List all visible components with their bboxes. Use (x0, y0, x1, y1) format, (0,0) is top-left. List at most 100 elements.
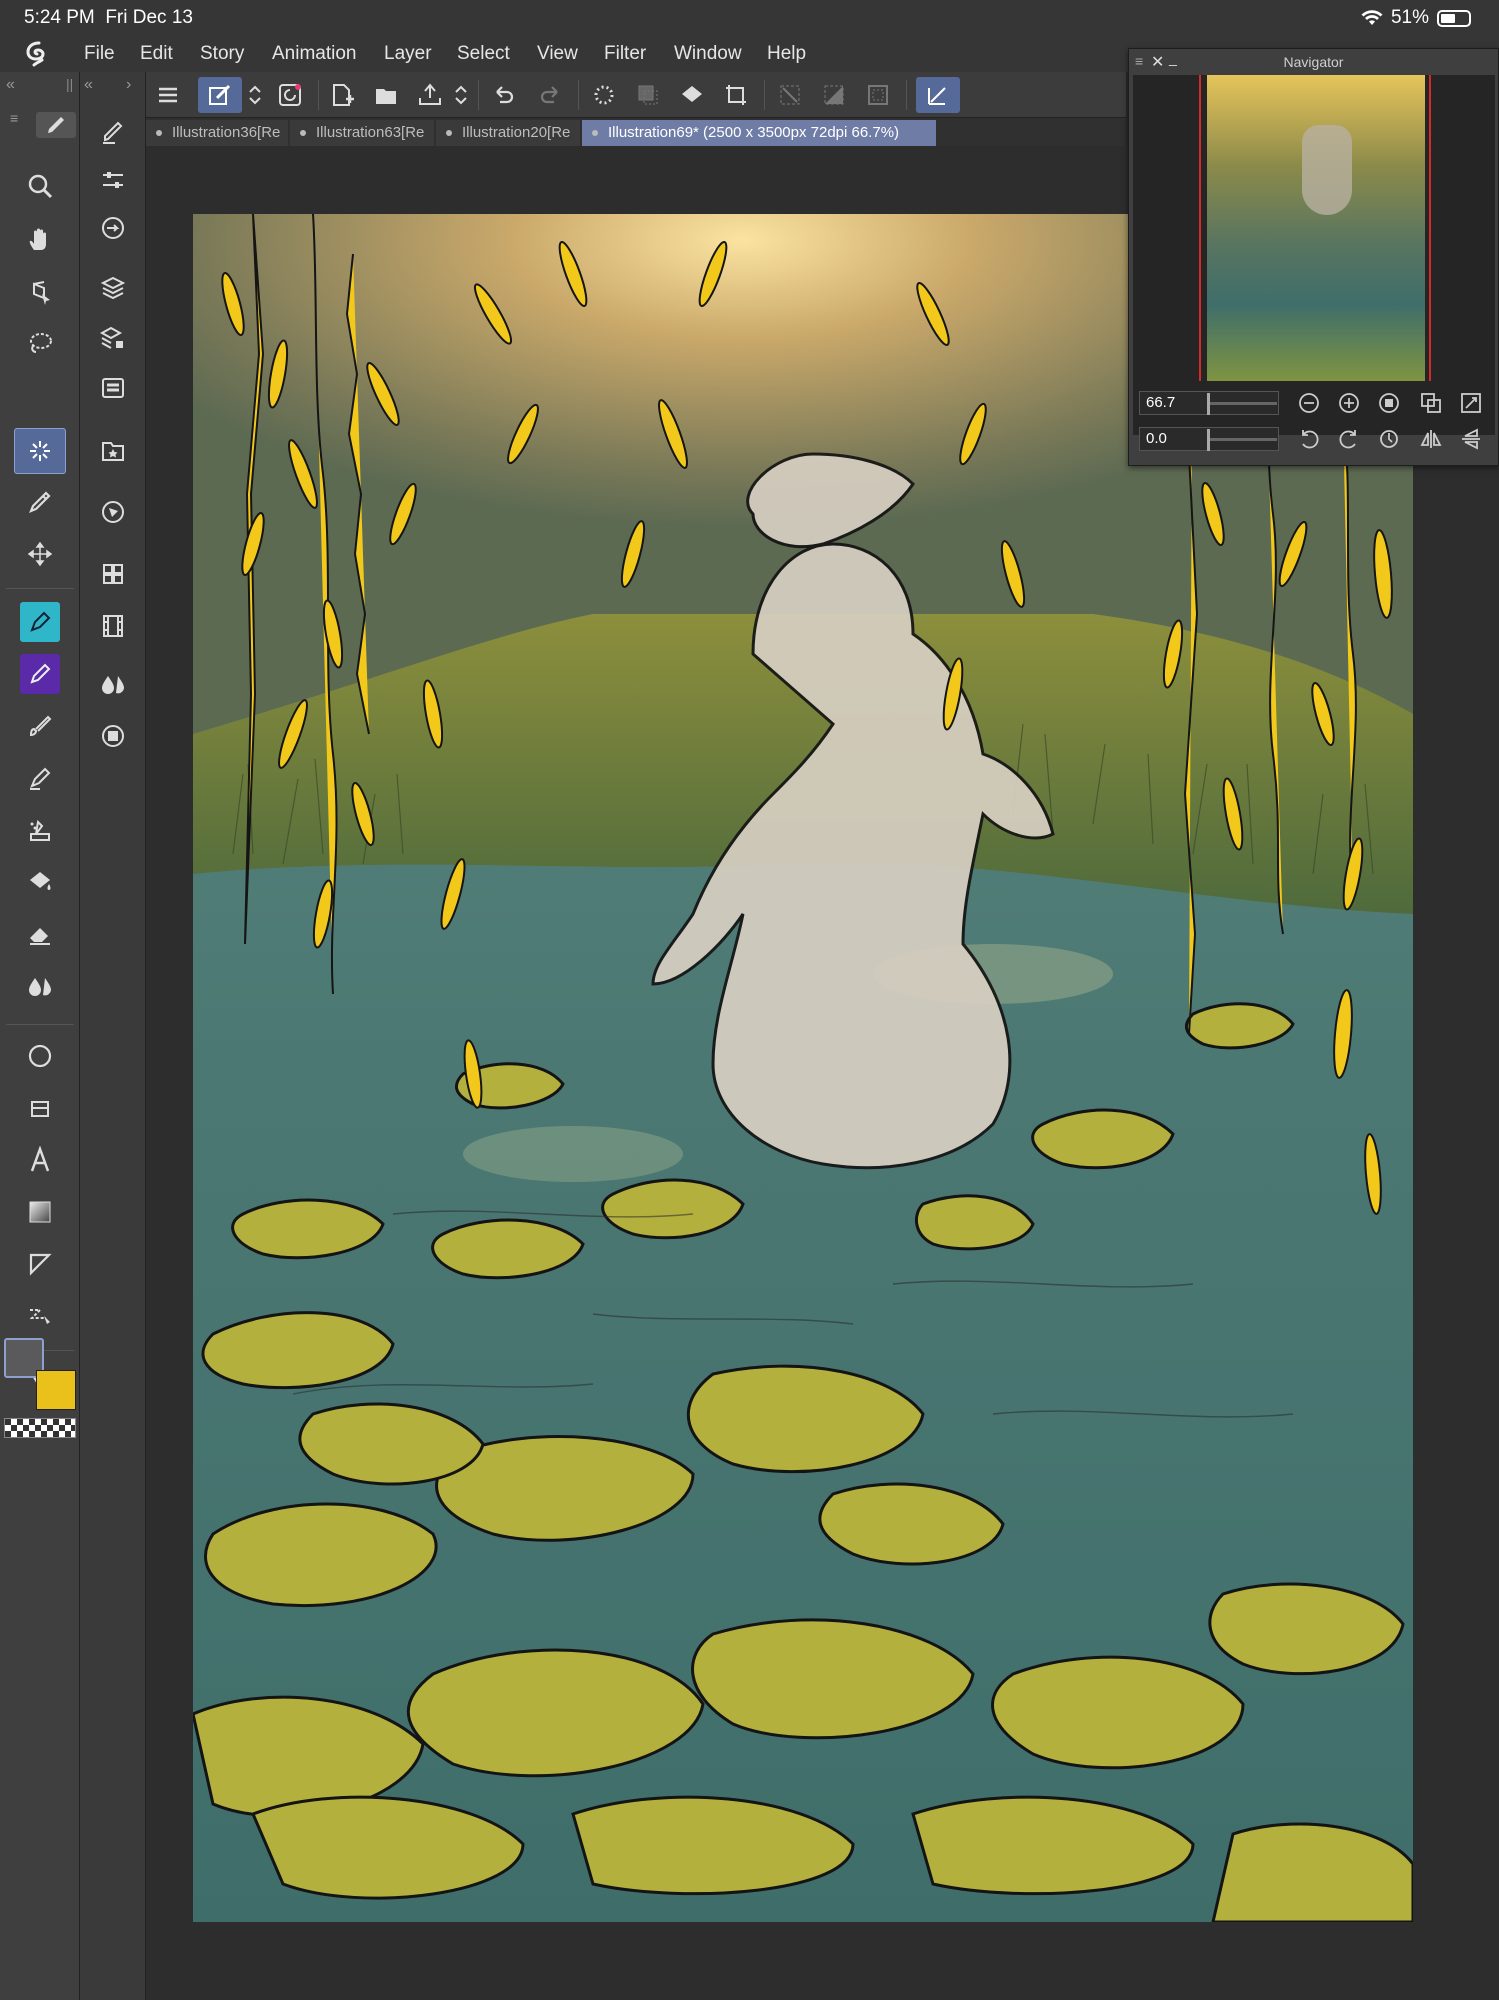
hand-icon[interactable] (20, 220, 60, 260)
save-icon[interactable] (412, 77, 448, 113)
transparent-color-swatch[interactable] (4, 1418, 76, 1438)
palette-bar: « › (80, 72, 146, 2000)
rotate-right-icon[interactable] (1337, 427, 1363, 453)
menu-filter[interactable]: Filter (604, 43, 646, 65)
menu-edit[interactable]: Edit (140, 43, 173, 65)
fit-navigator-icon[interactable] (1459, 391, 1485, 417)
undo-icon[interactable] (486, 77, 522, 113)
invert-selection-icon[interactable] (816, 77, 852, 113)
wifi-icon (1361, 10, 1383, 25)
frame-icon[interactable] (20, 1088, 60, 1128)
zoom-row: 66.7 (1139, 391, 1493, 419)
rotate-left-icon[interactable] (1297, 427, 1323, 453)
move-icon[interactable] (20, 534, 60, 574)
tab-illustration20[interactable]: Illustration20[Re (436, 120, 580, 146)
navigator-preview[interactable] (1133, 75, 1495, 435)
brush-size-icon[interactable] (93, 208, 133, 248)
menu-icon[interactable] (150, 77, 186, 113)
navigator-header[interactable]: ≡ ✕ _ Navigator (1129, 49, 1498, 75)
edit-mode-icon[interactable] (198, 77, 242, 113)
figure-icon[interactable] (20, 1036, 60, 1076)
palette-grip[interactable]: || (66, 76, 73, 92)
zoom-out-icon[interactable] (1297, 391, 1323, 417)
color-circle-icon[interactable] (93, 664, 133, 704)
flip-vertical-icon[interactable] (1459, 427, 1485, 453)
navigator-icon[interactable] (93, 492, 133, 532)
selection-border-icon[interactable] (860, 77, 896, 113)
layer-icon[interactable] (93, 268, 133, 308)
companion-icon[interactable] (272, 77, 308, 113)
layer-search-icon[interactable] (93, 368, 133, 408)
zoom-in-icon[interactable] (1337, 391, 1363, 417)
palette-menu-icon[interactable]: ≡ (10, 110, 18, 126)
gradient-icon[interactable] (20, 1192, 60, 1232)
divider (6, 1024, 74, 1025)
menu-select[interactable]: Select (457, 43, 510, 65)
airbrush-icon[interactable] (20, 758, 60, 798)
auto-select-icon[interactable] (14, 428, 66, 474)
brush-mode-icon[interactable] (36, 112, 76, 138)
decoration-icon[interactable] (20, 810, 60, 850)
menu-animation[interactable]: Animation (272, 43, 357, 65)
fit-screen-icon[interactable] (1419, 391, 1445, 417)
item-bank-icon[interactable] (93, 554, 133, 594)
menu-file[interactable]: File (84, 43, 115, 65)
navigator-title: Navigator (1283, 54, 1344, 70)
status-time: 5:24 PM Fri Dec 13 (24, 7, 193, 28)
color-history-icon[interactable] (93, 716, 133, 756)
view-area-frame[interactable] (1199, 75, 1431, 381)
tab-illustration69[interactable]: Illustration69* (2500 x 3500px 72dpi 66.… (582, 120, 936, 146)
battery-icon (1437, 9, 1471, 27)
expand-arrows-icon[interactable]: « (84, 76, 93, 94)
operation-icon[interactable] (20, 272, 60, 312)
actual-size-icon[interactable] (1377, 391, 1403, 417)
chevron-updown-icon[interactable] (244, 77, 266, 113)
material-icon[interactable] (93, 430, 133, 470)
menu-story[interactable]: Story (200, 43, 244, 65)
collapse-arrows-icon[interactable]: « (6, 76, 15, 94)
ruler-icon[interactable] (20, 1244, 60, 1284)
transform-icon[interactable] (718, 77, 754, 113)
eyedropper-icon[interactable] (20, 482, 60, 522)
reset-rotation-icon[interactable] (1377, 427, 1403, 453)
blend-icon[interactable] (20, 966, 60, 1006)
sub-color-swatch[interactable] (36, 1370, 76, 1410)
tool-property-icon[interactable] (93, 160, 133, 200)
rotation-slider[interactable] (1207, 429, 1277, 451)
lasso-select-icon[interactable] (20, 324, 60, 364)
navigator-panel: ≡ ✕ _ Navigator 66.7 0.0 (1128, 48, 1499, 466)
flip-horizontal-icon[interactable] (1419, 427, 1445, 453)
menu-layer[interactable]: Layer (384, 43, 432, 65)
illustration-canvas[interactable] (193, 214, 1413, 1922)
chevron-right-icon[interactable]: › (126, 76, 131, 94)
pencil-icon[interactable] (20, 654, 60, 694)
fill-command-icon[interactable] (674, 77, 710, 113)
brush-icon[interactable] (20, 706, 60, 746)
tab-illustration36[interactable]: Illustration36[Re (146, 120, 288, 146)
clear-outside-icon[interactable] (630, 77, 666, 113)
csp-logo-icon[interactable] (24, 39, 54, 69)
layer-property-icon[interactable] (93, 318, 133, 358)
divider (6, 588, 74, 589)
menu-view[interactable]: View (537, 43, 578, 65)
fill-icon[interactable] (20, 862, 60, 902)
text-icon[interactable] (20, 1140, 60, 1180)
redo-icon[interactable] (532, 77, 568, 113)
animation-timeline-icon[interactable] (93, 606, 133, 646)
chevron-updown-icon[interactable] (450, 77, 472, 113)
sub-tool-icon[interactable] (93, 112, 133, 152)
tab-illustration63[interactable]: Illustration63[Re (290, 120, 434, 146)
clear-icon[interactable] (586, 77, 622, 113)
open-file-icon[interactable] (368, 77, 404, 113)
correct-line-icon[interactable] (20, 1296, 60, 1336)
pen-icon[interactable] (20, 602, 60, 642)
snap-ruler-icon[interactable] (916, 77, 960, 113)
new-file-icon[interactable] (324, 77, 360, 113)
menu-help[interactable]: Help (767, 43, 806, 65)
zoom-slider[interactable] (1207, 393, 1277, 415)
eraser-icon[interactable] (20, 914, 60, 954)
zoom-icon[interactable] (20, 166, 60, 206)
deselect-icon[interactable] (772, 77, 808, 113)
divider (764, 80, 765, 110)
menu-window[interactable]: Window (674, 43, 742, 65)
